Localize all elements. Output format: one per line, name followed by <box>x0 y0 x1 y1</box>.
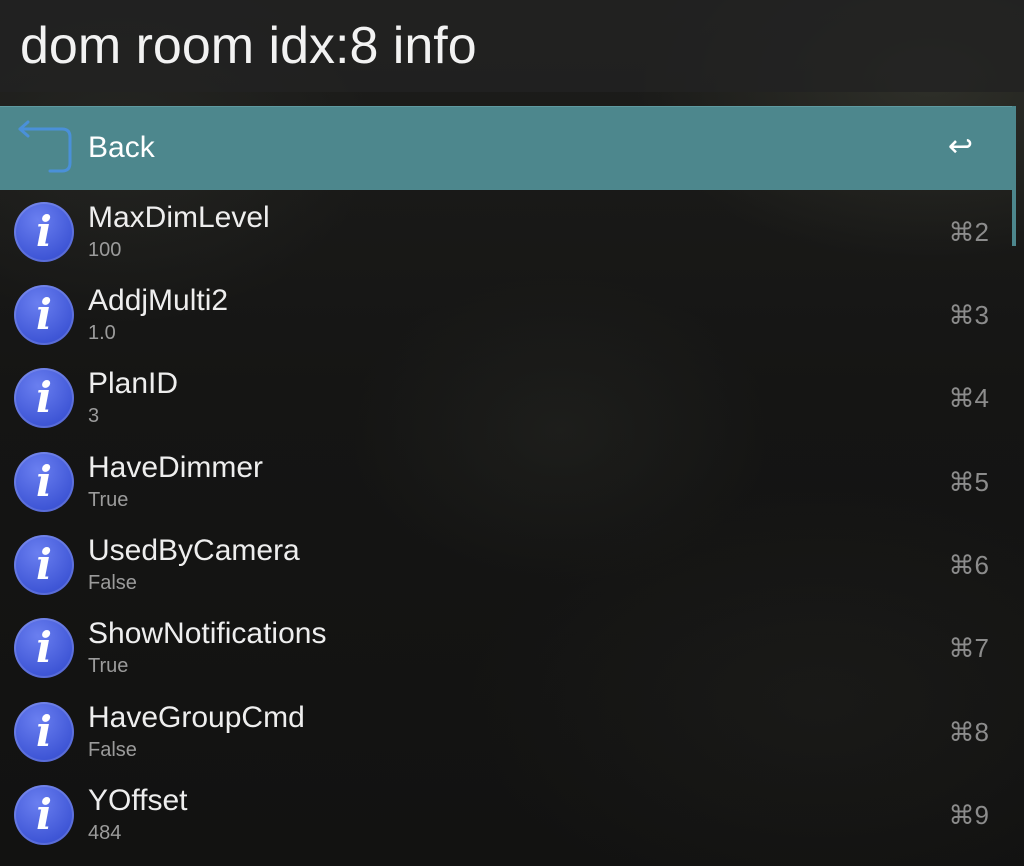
search-input[interactable]: dom room idx:8 info <box>20 10 477 82</box>
result-subtitle: True <box>88 655 129 677</box>
result-shortcut: ⌘8 <box>948 717 989 747</box>
result-title: MaxDimLevel <box>88 201 270 234</box>
result-row[interactable]: i UsedByCamera False ⌘6 <box>0 523 1013 606</box>
result-shortcut: ⌘7 <box>948 633 989 663</box>
results-list: Back ↩ i MaxDimLevel 100 ⌘2 i AddjMulti2… <box>0 106 1024 866</box>
result-subtitle: 484 <box>88 822 122 844</box>
result-title: PlanID <box>88 367 179 400</box>
info-icon: i <box>14 535 74 595</box>
info-icon: i <box>14 202 74 262</box>
result-title: HaveDimmer <box>88 451 264 484</box>
result-subtitle: False <box>88 572 137 594</box>
result-row[interactable]: i HaveDimmer True ⌘5 <box>0 440 1013 523</box>
result-title: AddjMulti2 <box>88 284 229 317</box>
result-shortcut: ⌘9 <box>948 800 989 830</box>
result-shortcut: ⌘4 <box>948 383 989 413</box>
result-subtitle: True <box>88 489 129 511</box>
result-shortcut: ⌘6 <box>948 550 989 580</box>
results-scrollbar[interactable] <box>1012 106 1016 246</box>
result-shortcut: ⌘5 <box>948 467 989 497</box>
result-subtitle: 3 <box>88 405 100 427</box>
info-icon: i <box>14 618 74 678</box>
back-arrow-icon <box>18 120 72 173</box>
info-icon: i <box>14 368 74 428</box>
result-row[interactable]: i YOffset 484 ⌘9 <box>0 773 1013 856</box>
result-shortcut: ⌘3 <box>948 300 989 330</box>
result-row[interactable]: i PlanID 3 ⌘4 <box>0 356 1013 439</box>
info-icon: i <box>14 785 74 845</box>
result-shortcut: ⌘2 <box>948 217 989 247</box>
result-title: ShowNotifications <box>88 617 327 650</box>
result-title: Back <box>88 131 155 164</box>
result-title: UsedByCamera <box>88 534 300 567</box>
info-icon: i <box>14 285 74 345</box>
result-subtitle: 1.0 <box>88 322 116 344</box>
result-row[interactable]: i AddjMulti2 1.0 ⌘3 <box>0 273 1013 356</box>
launcher-window: dom room idx:8 info Back ↩ i MaxDimLevel… <box>0 0 1024 866</box>
result-title: YOffset <box>88 784 188 817</box>
result-subtitle: 100 <box>88 239 122 261</box>
search-bar[interactable]: dom room idx:8 info <box>0 0 1024 92</box>
info-icon: i <box>14 702 74 762</box>
return-key-icon: ↩ <box>947 130 973 163</box>
result-row[interactable]: i ShowNotifications True ⌘7 <box>0 606 1013 689</box>
result-row[interactable]: i MaxDimLevel 100 ⌘2 <box>0 190 1013 273</box>
result-row[interactable]: i HaveGroupCmd False ⌘8 <box>0 690 1013 773</box>
result-row-back[interactable]: Back ↩ <box>0 106 1013 190</box>
result-subtitle: False <box>88 739 137 761</box>
result-title: HaveGroupCmd <box>88 701 305 734</box>
info-icon: i <box>14 452 74 512</box>
